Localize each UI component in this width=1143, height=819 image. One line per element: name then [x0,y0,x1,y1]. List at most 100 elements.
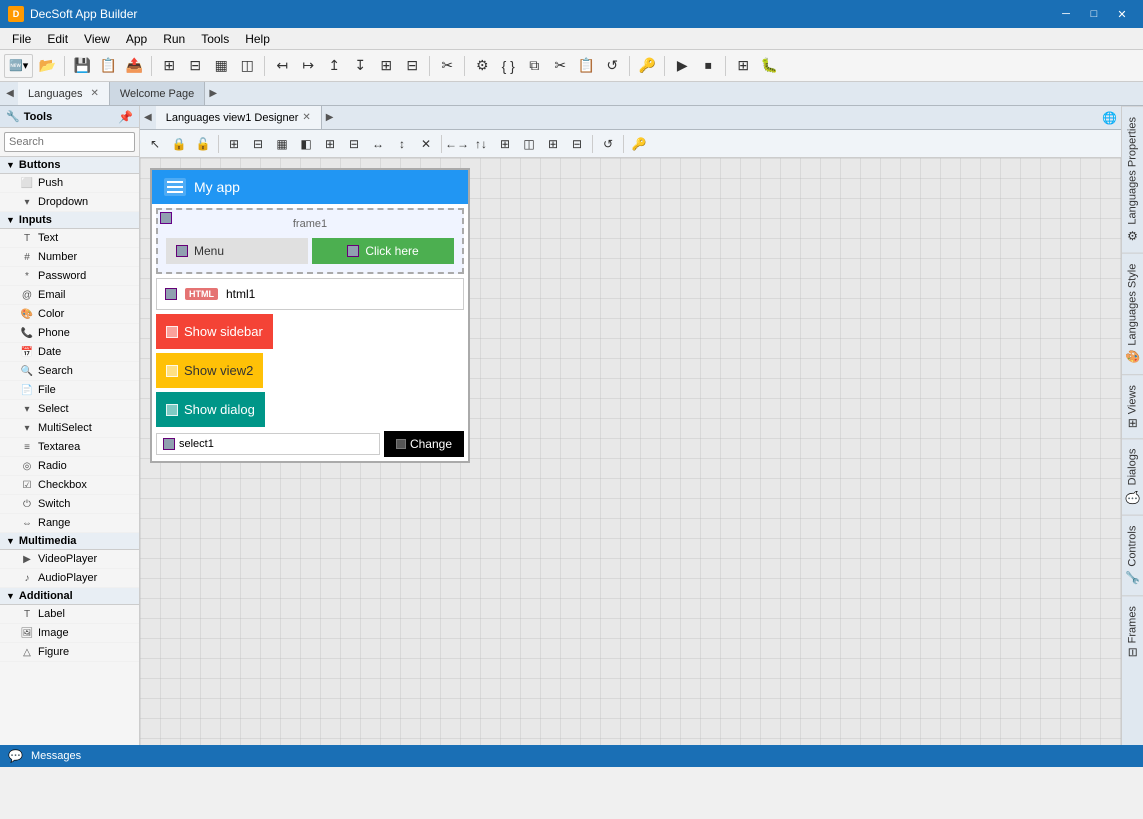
frame1-handle[interactable] [160,212,172,224]
tool-switch[interactable]: ⏻ Switch [0,495,139,514]
tool-textarea[interactable]: ≡ Textarea [0,438,139,457]
align6-btn[interactable]: ⊟ [400,54,424,78]
panel-frames[interactable]: ⊟ Frames [1122,595,1143,667]
d-lock-btn[interactable]: 🔒 [168,133,190,155]
tool-number[interactable]: # Number [0,248,139,267]
menu-tools[interactable]: Tools [193,30,237,48]
d-delete-btn[interactable]: ✕ [415,133,437,155]
designer-tab-view1[interactable]: Languages view1 Designer ✕ [156,106,322,129]
export-btn[interactable]: 📤 [122,54,146,78]
d-align3-btn[interactable]: ▦ [271,133,293,155]
new-dropdown[interactable]: 🆕▾ [4,54,33,78]
align3-btn[interactable]: ↥ [322,54,346,78]
open-btn[interactable]: 📂 [35,54,59,78]
tool-select[interactable]: ▾ Select [0,400,139,419]
tool-range[interactable]: ⇔ Range [0,514,139,533]
grid-btn[interactable]: ⊞ [731,54,755,78]
hamburger-icon[interactable] [164,178,186,196]
d-size1-btn[interactable]: ←→ [446,133,468,155]
category-multimedia[interactable]: ▼ Multimedia [0,533,139,550]
tool-push[interactable]: ⬜ Push [0,174,139,193]
new-btn[interactable]: 🆕▾ [4,54,33,78]
designer-tab-close[interactable]: ✕ [302,112,310,123]
debug-btn[interactable]: 🐛 [757,54,781,78]
tool-file[interactable]: 📄 File [0,381,139,400]
show-sidebar-button[interactable]: Show sidebar [156,314,273,349]
d-align4-btn[interactable]: ◧ [295,133,317,155]
d-align2-btn[interactable]: ⊟ [247,133,269,155]
tool-label[interactable]: T Label [0,605,139,624]
panel-dialogs[interactable]: 💬 Dialogs [1122,438,1143,514]
minimize-button[interactable]: ─ [1053,4,1079,24]
d-align5-btn[interactable]: ⊞ [319,133,341,155]
tool-audioplayer[interactable]: ♪ AudioPlayer [0,569,139,588]
copy-btn[interactable]: ⧉ [522,54,546,78]
tab-welcome[interactable]: Welcome Page [110,82,205,105]
panel-languages-properties[interactable]: ⚙ Languages Properties [1122,106,1143,253]
undo-btn[interactable]: ↺ [600,54,624,78]
show-dialog-button[interactable]: Show dialog [156,392,265,427]
tool-phone[interactable]: 📞 Phone [0,324,139,343]
d-same-size-btn[interactable]: ⊞ [494,133,516,155]
cut-btn[interactable]: ✂ [548,54,572,78]
d-size4-btn[interactable]: ◫ [518,133,540,155]
menu-button[interactable]: Menu [166,238,308,264]
menu-edit[interactable]: Edit [39,30,76,48]
prop-btn[interactable]: ⚙ [470,54,494,78]
menu-app[interactable]: App [118,30,155,48]
category-buttons[interactable]: ▼ Buttons [0,157,139,174]
close-button[interactable]: ✕ [1109,4,1135,24]
view3-btn[interactable]: ▦ [209,54,233,78]
tool-date[interactable]: 📅 Date [0,343,139,362]
view4-btn[interactable]: ◫ [235,54,259,78]
keyval-btn[interactable]: 🔑 [635,54,659,78]
view1-btn[interactable]: ⊞ [157,54,181,78]
tool-color[interactable]: 🎨 Color [0,305,139,324]
d-keyval2-btn[interactable]: 🔑 [628,133,650,155]
d-size6-btn[interactable]: ⊟ [566,133,588,155]
maximize-button[interactable]: □ [1081,4,1107,24]
panel-controls[interactable]: 🔧 Controls [1122,515,1143,596]
tab-next-btn[interactable]: ▶ [205,82,221,105]
save-btn[interactable]: 💾 [70,54,94,78]
click-here-button[interactable]: Click here [312,238,454,264]
tab-languages[interactable]: Languages ✕ [18,82,110,105]
align5-btn[interactable]: ⊞ [374,54,398,78]
globe-btn[interactable]: 🌐 [1098,106,1121,129]
panel-views[interactable]: ⊞ Views [1122,374,1143,438]
panel-languages-style[interactable]: 🎨 Languages Style [1122,253,1143,375]
d-size5-btn[interactable]: ⊞ [542,133,564,155]
designer-tab-nav-right[interactable]: ▶ [322,106,338,129]
align2-btn[interactable]: ↦ [296,54,320,78]
d-align6-btn[interactable]: ⊟ [343,133,365,155]
view2-btn[interactable]: ⊟ [183,54,207,78]
tools-pin[interactable]: 📌 [118,110,133,124]
change-button[interactable]: Change [384,431,464,457]
d-align8-btn[interactable]: ↕ [391,133,413,155]
tool-image[interactable]: 🖼 Image [0,624,139,643]
code-btn[interactable]: { } [496,54,520,78]
menu-file[interactable]: File [4,30,39,48]
d-align7-btn[interactable]: ↔ [367,133,389,155]
align4-btn[interactable]: ↧ [348,54,372,78]
menu-help[interactable]: Help [237,30,278,48]
tool-radio[interactable]: ◎ Radio [0,457,139,476]
d-undo2-btn[interactable]: ↺ [597,133,619,155]
tools-search-input[interactable] [4,132,135,152]
d-unlock-btn[interactable]: 🔓 [192,133,214,155]
select1-input[interactable]: select1 [156,433,380,455]
save-all-btn[interactable]: 📋 [96,54,120,78]
play-btn[interactable]: ▶ [670,54,694,78]
tab-languages-close[interactable]: ✕ [90,88,98,99]
tool-checkbox[interactable]: ☑ Checkbox [0,476,139,495]
d-pointer-btn[interactable]: ↖ [144,133,166,155]
paste-btn[interactable]: 📋 [574,54,598,78]
tool-figure[interactable]: △ Figure [0,643,139,662]
tool-password[interactable]: * Password [0,267,139,286]
tool-dropdown[interactable]: ▾ Dropdown [0,193,139,212]
menu-view[interactable]: View [76,30,118,48]
tool-multiselect[interactable]: ▾ MultiSelect [0,419,139,438]
category-inputs[interactable]: ▼ Inputs [0,212,139,229]
show-view2-button[interactable]: Show view2 [156,353,263,388]
d-size2-btn[interactable]: ↑↓ [470,133,492,155]
